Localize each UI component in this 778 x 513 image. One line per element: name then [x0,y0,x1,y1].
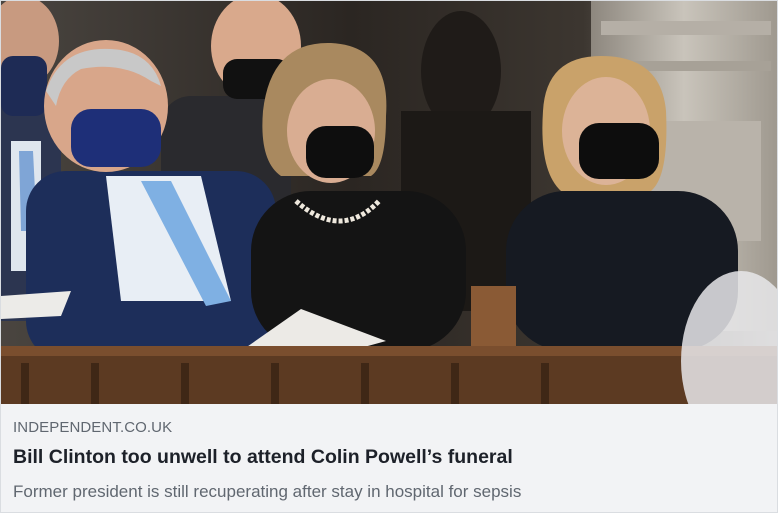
link-preview-meta[interactable]: INDEPENDENT.CO.UK Bill Clinton too unwel… [1,404,777,512]
article-description: Former president is still recuperating a… [13,482,522,501]
link-preview-card[interactable]: INDEPENDENT.CO.UK Bill Clinton too unwel… [0,0,778,513]
source-domain: INDEPENDENT.CO.UK [13,419,173,436]
article-photo[interactable] [1,1,777,404]
article-headline[interactable]: Bill Clinton too unwell to attend Colin … [13,446,513,469]
